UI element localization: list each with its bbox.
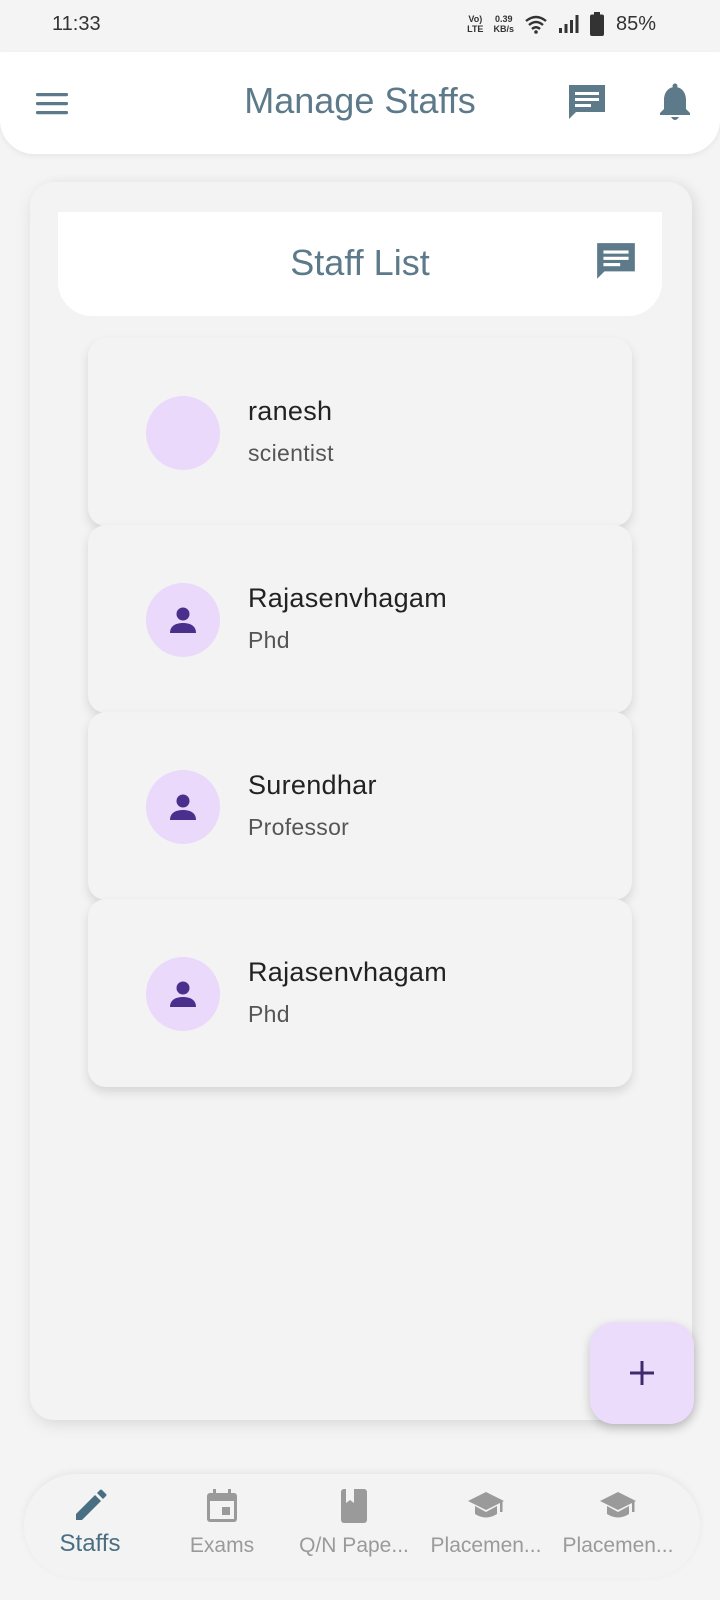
- staff-name: ranesh: [248, 396, 333, 426]
- avatar: [146, 770, 220, 844]
- staff-role: scientist: [248, 440, 334, 466]
- avatar: [146, 396, 220, 470]
- staff-name: Rajasenvhagam: [248, 957, 448, 987]
- staff-list-header: Staff List: [58, 212, 662, 316]
- staff-role: Phd: [248, 627, 290, 653]
- staff-list-item[interactable]: ranesh scientist: [88, 338, 632, 526]
- nav-item-placement[interactable]: Placemen...: [420, 1486, 552, 1570]
- signal-icon: [558, 15, 579, 33]
- add-staff-button[interactable]: [590, 1322, 694, 1424]
- book-icon: [341, 1489, 367, 1523]
- staff-list-item[interactable]: Rajasenvhagam Phd: [88, 899, 632, 1087]
- person-icon: [170, 981, 196, 1007]
- staff-list-item[interactable]: Surendhar Professor: [88, 712, 632, 900]
- page-title: Manage Staffs: [244, 80, 476, 121]
- bell-icon[interactable]: [654, 82, 696, 124]
- avatar: [146, 583, 220, 657]
- staff-role: Professor: [248, 814, 350, 840]
- staff-role: Phd: [248, 1001, 290, 1027]
- person-icon: [170, 607, 196, 633]
- bottom-navigation: Staffs Exams Q/N Pape... Placemen... Pla…: [24, 1474, 700, 1578]
- avatar: [146, 957, 220, 1031]
- nav-label: Placemen...: [430, 1534, 542, 1557]
- chat-icon[interactable]: [594, 240, 638, 284]
- battery-icon: [589, 12, 604, 36]
- calendar-icon: [207, 1489, 237, 1522]
- status-icons: Vo) LTE 0.39 KB/s 85%: [467, 12, 656, 36]
- status-bar: 11:33 Vo) LTE 0.39 KB/s 85%: [0, 0, 720, 52]
- person-icon: [170, 794, 196, 820]
- nav-label: Placemen...: [562, 1534, 674, 1557]
- nav-item-placement-2[interactable]: Placemen...: [552, 1486, 684, 1570]
- app-bar: Manage Staffs: [0, 52, 720, 154]
- staff-list-item[interactable]: Rajasenvhagam Phd: [88, 525, 632, 713]
- nav-label: Q/N Pape...: [299, 1534, 409, 1557]
- battery-percent: 85%: [615, 12, 656, 35]
- graduation-cap-icon: [600, 1492, 636, 1518]
- nav-item-staffs[interactable]: Staffs: [24, 1486, 156, 1570]
- plus-icon: [630, 1361, 654, 1385]
- chat-icon[interactable]: [566, 82, 608, 124]
- status-time: 11:33: [52, 13, 101, 35]
- nav-item-question-papers[interactable]: Q/N Pape...: [288, 1486, 420, 1570]
- network-speed: 0.39 KB/s: [493, 14, 514, 34]
- staff-card: Staff List ranesh scientist Rajasenvhaga…: [30, 182, 692, 1420]
- staff-list-title: Staff List: [290, 242, 430, 283]
- wifi-icon: [525, 15, 547, 34]
- staff-name: Surendhar: [248, 770, 377, 800]
- pencil-icon: [76, 1489, 107, 1520]
- staff-name: Rajasenvhagam: [248, 583, 448, 613]
- volte-indicator: Vo) LTE: [467, 14, 484, 34]
- nav-item-exams[interactable]: Exams: [156, 1486, 288, 1570]
- nav-label: Exams: [189, 1534, 255, 1557]
- graduation-cap-icon: [468, 1492, 504, 1518]
- nav-label: Staffs: [59, 1530, 121, 1557]
